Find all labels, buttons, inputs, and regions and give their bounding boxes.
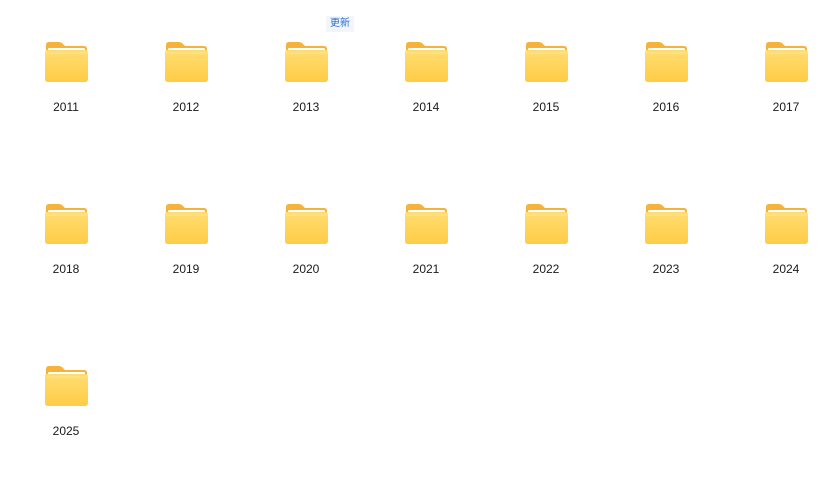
folder-item-2019[interactable]: 2019 [126, 162, 246, 324]
folder-icon [763, 40, 809, 84]
folder-item-2015[interactable]: 2015 [486, 0, 606, 162]
folder-icon [643, 202, 689, 246]
folder-label: 2021 [412, 262, 440, 276]
folder-icon [523, 202, 569, 246]
folder-icon [403, 40, 449, 84]
folder-item-2012[interactable]: 2012 [126, 0, 246, 162]
folder-item-2013[interactable]: 2013 [246, 0, 366, 162]
folder-label: 2016 [652, 100, 680, 114]
folder-label: 2024 [772, 262, 800, 276]
folder-item-2024[interactable]: 2024 [726, 162, 833, 324]
folder-icon [283, 202, 329, 246]
folder-item-2017[interactable]: 2017 [726, 0, 833, 162]
folder-item-2021[interactable]: 2021 [366, 162, 486, 324]
folder-label: 2019 [172, 262, 200, 276]
folder-item-2018[interactable]: 2018 [6, 162, 126, 324]
folder-icon [163, 202, 209, 246]
folder-icon [43, 202, 89, 246]
folder-label: 2020 [292, 262, 320, 276]
folder-label: 2013 [292, 100, 320, 114]
folder-label: 2014 [412, 100, 440, 114]
folder-item-2011[interactable]: 2011 [6, 0, 126, 162]
folder-item-2025[interactable]: 2025 [6, 324, 126, 486]
folder-label: 2012 [172, 100, 200, 114]
folder-item-2016[interactable]: 2016 [606, 0, 726, 162]
folder-item-2022[interactable]: 2022 [486, 162, 606, 324]
folder-icon [643, 40, 689, 84]
folder-item-2023[interactable]: 2023 [606, 162, 726, 324]
folder-label: 2015 [532, 100, 560, 114]
folder-icon [403, 202, 449, 246]
folder-label: 2018 [52, 262, 80, 276]
folder-label: 2025 [52, 424, 80, 438]
folder-icon [43, 40, 89, 84]
folder-item-2020[interactable]: 2020 [246, 162, 366, 324]
folder-label: 2011 [53, 100, 79, 114]
folder-item-2014[interactable]: 2014 [366, 0, 486, 162]
folder-icon [283, 40, 329, 84]
folder-grid: 2011 2012 2013 2014 2015 2016 2017 2018 … [6, 0, 833, 461]
folder-label: 2022 [532, 262, 560, 276]
folder-label: 2023 [652, 262, 680, 276]
folder-icon [523, 40, 569, 84]
folder-icon [163, 40, 209, 84]
folder-icon [43, 364, 89, 408]
folder-icon [763, 202, 809, 246]
folder-label: 2017 [772, 100, 800, 114]
